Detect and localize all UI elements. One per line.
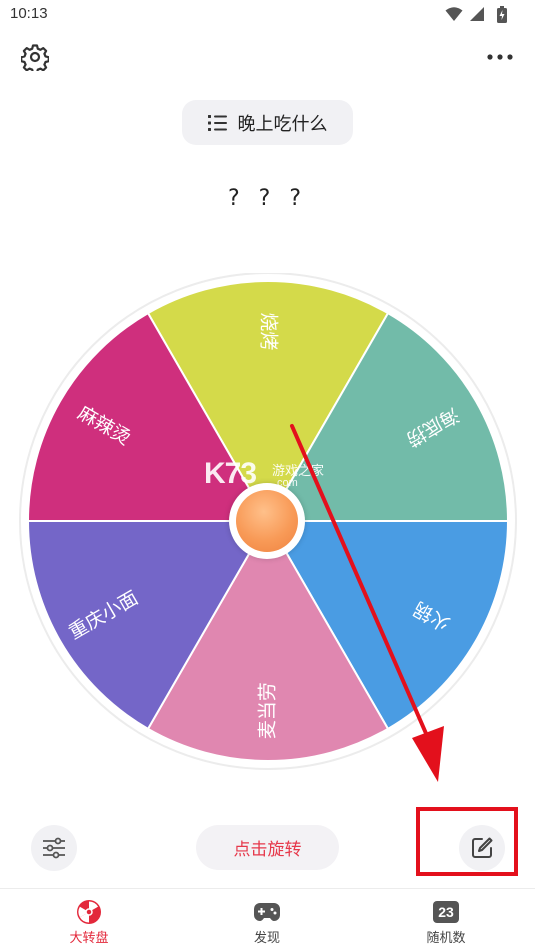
wheel-list-selector[interactable]: 晚上吃什么: [182, 100, 353, 145]
nav-item-random-number[interactable]: 23 随机数: [381, 889, 511, 951]
battery-icon: [497, 6, 507, 23]
wheel-nav-icon: [75, 899, 103, 925]
wifi-icon: [445, 7, 463, 21]
wheel-center-spin-button[interactable]: [229, 483, 305, 559]
wheel-segment-label: 烧烤: [258, 312, 280, 350]
status-bar: 10:13: [0, 0, 535, 30]
status-time: 10:13: [10, 5, 48, 22]
top-bar: [0, 36, 535, 80]
wheel-title: 晚上吃什么: [237, 113, 328, 135]
signal-icon: [470, 7, 484, 21]
gear-icon: [21, 44, 49, 71]
more-dots-icon: [487, 54, 513, 60]
edit-wheel-button[interactable]: [459, 825, 505, 871]
spin-button[interactable]: 点击旋转: [196, 825, 339, 870]
sliders-icon: [43, 837, 65, 859]
random-number-badge: 23: [433, 901, 459, 923]
nav-item-wheel[interactable]: 大转盘: [24, 889, 154, 951]
nav-label-discover: 发现: [253, 931, 280, 946]
gamepad-icon: [253, 899, 281, 925]
nav-item-discover[interactable]: 发现: [202, 889, 332, 951]
spin-result: ? ? ?: [227, 186, 308, 211]
settings-button[interactable]: [18, 40, 52, 74]
more-options-button[interactable]: [483, 40, 517, 74]
center-ball: [236, 490, 298, 552]
bottom-nav: 大转盘 发现 23 随机数: [0, 888, 535, 951]
wheel-segment-label: 麦当劳: [257, 682, 279, 739]
edit-icon: [472, 837, 493, 858]
wheel-settings-button[interactable]: [31, 825, 77, 871]
nav-label-wheel: 大转盘: [69, 931, 109, 946]
nav-label-random-number: 随机数: [426, 931, 466, 946]
number-23-icon: 23: [432, 899, 460, 925]
list-icon: [207, 114, 227, 131]
